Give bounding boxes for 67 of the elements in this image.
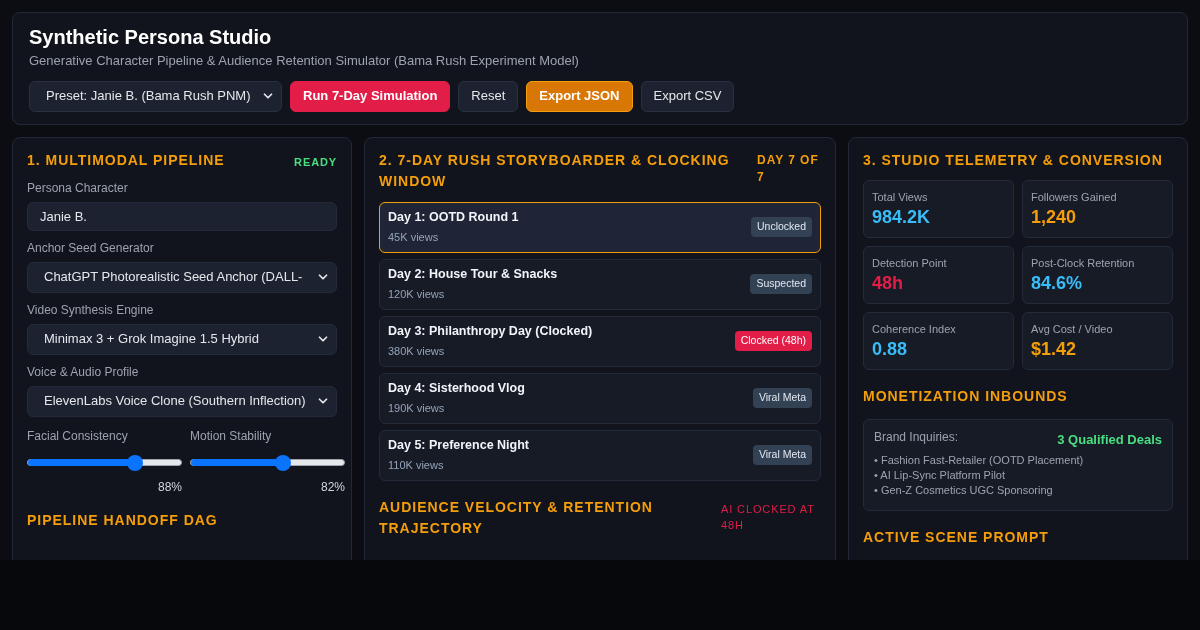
day-views: 110K views: [388, 458, 445, 474]
day-title: Day 5: Preference Night: [388, 437, 530, 455]
day-card[interactable]: Day 3: Philanthropy Day (Clocked) 380K views Clocked (48h): [379, 315, 821, 367]
slider-reading: 88%: [157, 478, 182, 496]
panel-heading: 3. STUDIO TELEMETRY & CONVERSION: [863, 150, 1164, 170]
toolbar-button[interactable]: Run 7-Day Simulation: [290, 80, 451, 112]
metric-label: Total Views: [872, 189, 929, 205]
metric-label: Detection Point: [872, 255, 948, 271]
metric-label: Post-Clock Retention: [1031, 255, 1136, 271]
status-badge: Suspected: [750, 274, 812, 294]
day-counter: DAY 7 OF 7: [757, 151, 820, 186]
section-heading: AUDIENCE VELOCITY & RETENTION TRAJECTORY: [379, 497, 654, 538]
metric-value: 1,240: [1031, 206, 1078, 229]
metric-label: Avg Cost / Video: [1031, 321, 1114, 337]
persona-input[interactable]: Janie B.: [27, 201, 337, 231]
toolbar-button[interactable]: Export CSV: [640, 80, 735, 112]
metric-value: 48h: [872, 272, 905, 295]
section-heading: ACTIVE SCENE PROMPT: [863, 528, 1050, 547]
status-label: READY: [294, 154, 337, 170]
inquiry-item: • Fashion Fast-Retailer (OOTD Placement): [874, 453, 1085, 468]
day-card[interactable]: Day 5: Preference Night 110K views Viral Meta: [379, 429, 821, 481]
slider[interactable]: [27, 454, 182, 471]
day-title: Day 4: Sisterhood Vlog: [388, 380, 525, 398]
panel-heading: 1. MULTIMODAL PIPELINE: [27, 150, 225, 170]
metric-label: Followers Gained: [1031, 189, 1118, 205]
day-views: 45K views: [388, 230, 440, 246]
slider-reading: 82%: [320, 478, 345, 496]
panel-heading: 2. 7-DAY RUSH STORYBOARDER & CLOCKING WINDOW: [379, 150, 731, 191]
day-card[interactable]: Day 2: House Tour & Snacks 120K views Suspected: [379, 258, 821, 310]
toolbar-button[interactable]: Reset: [458, 80, 519, 112]
section-heading: PIPELINE HANDOFF DAG: [27, 510, 219, 530]
field-label: Voice & Audio Profile: [27, 363, 140, 381]
day-title: Day 1: OOTD Round 1: [388, 209, 519, 227]
day-title: Day 2: House Tour & Snacks: [388, 266, 558, 284]
status-badge: Clocked (48h): [734, 331, 812, 351]
day-card[interactable]: Day 1: OOTD Round 1 45K views Unclocked: [379, 201, 821, 253]
dropdown-select[interactable]: Minimax 3 + Grok Imagine 1.5 Hybrid: [27, 323, 337, 355]
preset-select[interactable]: Preset: Janie B. (Bama Rush PNM): [29, 80, 282, 112]
metric-value: 84.6%: [1031, 272, 1084, 295]
day-views: 380K views: [388, 344, 446, 360]
status-badge: Viral Meta: [752, 445, 812, 465]
status-badge: Viral Meta: [752, 388, 812, 408]
status-badge: Unclocked: [750, 217, 812, 237]
deals-count: 3 Qualified Deals: [1057, 430, 1162, 449]
metric-value: 0.88: [872, 338, 909, 361]
dropdown-select[interactable]: ElevenLabs Voice Clone (Southern Inflection): [27, 385, 337, 417]
field-label: Persona Character: [27, 179, 129, 197]
metric-value: 984.2K: [872, 206, 932, 229]
inquiry-item: • AI Lip-Sync Platform Pilot: [874, 468, 1006, 483]
metric-label: Coherence Index: [872, 321, 957, 337]
day-views: 120K views: [388, 287, 446, 303]
slider-label: Facial Consistency: [27, 427, 129, 445]
field-label: Video Synthesis Engine: [27, 301, 155, 319]
metric-value: $1.42: [1031, 338, 1078, 361]
inquiry-item: • Gen-Z Cosmetics UGC Sponsoring: [874, 483, 1054, 498]
section-heading: MONETIZATION INBOUNDS: [863, 386, 1069, 406]
slider-label: Motion Stability: [190, 427, 273, 445]
day-card[interactable]: Day 4: Sisterhood Vlog 190K views Viral Meta: [379, 372, 821, 424]
dropdown-select[interactable]: ChatGPT Photorealistic Seed Anchor (DALL-: [27, 261, 337, 293]
slider[interactable]: [190, 454, 345, 471]
app-title: Synthetic Persona Studio: [29, 25, 273, 49]
inquiries-label: Brand Inquiries:: [874, 428, 959, 446]
day-title: Day 3: Philanthropy Day (Clocked): [388, 323, 593, 341]
day-views: 190K views: [388, 401, 446, 417]
app-subtitle: Generative Character Pipeline & Audience Retention Simulator (Bama Rush Experiment Model): [29, 52, 580, 70]
clocked-note: AI CLOCKED AT 48H: [721, 501, 816, 533]
field-label: Anchor Seed Generator: [27, 239, 155, 257]
